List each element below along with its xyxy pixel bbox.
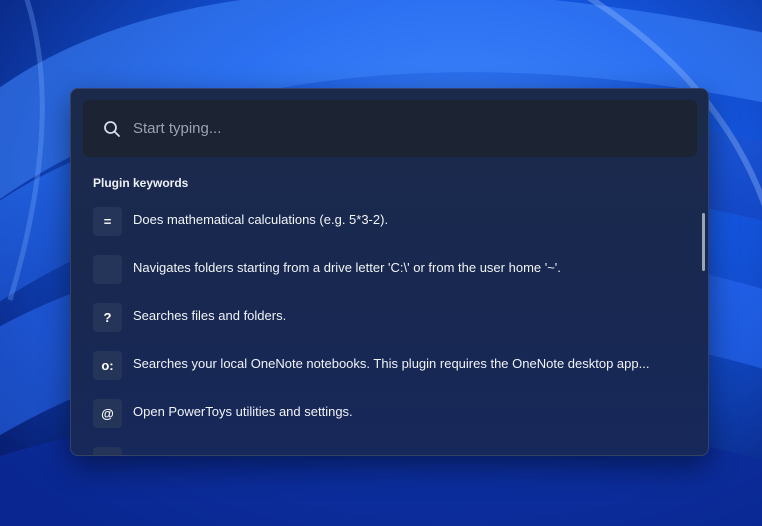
keyword-badge: ? [93,303,122,332]
result-item-onenote[interactable]: o: Searches your local OneNote notebooks… [71,341,691,389]
result-item-windows-search[interactable]: ? Searches files and folders. [71,293,691,341]
keyword-badge [93,447,122,455]
result-item-folder[interactable]: Navigates folders starting from a drive … [71,245,691,293]
result-description: Does mathematical calculations (e.g. 5*3… [133,212,389,227]
results-scrollbar[interactable] [702,213,705,271]
result-description: Searches files and folders. [133,308,287,323]
section-title: Plugin keywords [93,176,189,190]
keyword-badge: o: [93,351,122,380]
result-description: Open PowerToys utilities and settings. [133,404,353,419]
powertoys-run-window: Plugin keywords = Does mathematical calc… [70,88,709,456]
search-box[interactable] [83,100,697,157]
search-input[interactable] [133,100,673,157]
keyword-badge: @ [93,399,122,428]
keyword-badge: = [93,207,122,236]
result-item-calculator[interactable]: = Does mathematical calculations (e.g. 5… [71,197,691,245]
result-description: Navigates folders starting from a drive … [133,260,561,275]
result-description: Searches your local OneNote notebooks. T… [133,356,650,371]
magnifier-icon [103,120,121,138]
result-item-powertoys[interactable]: @ Open PowerToys utilities and settings. [71,389,691,437]
result-item-partial[interactable] [71,437,691,455]
results-list[interactable]: = Does mathematical calculations (e.g. 5… [71,197,691,455]
keyword-badge [93,255,122,284]
